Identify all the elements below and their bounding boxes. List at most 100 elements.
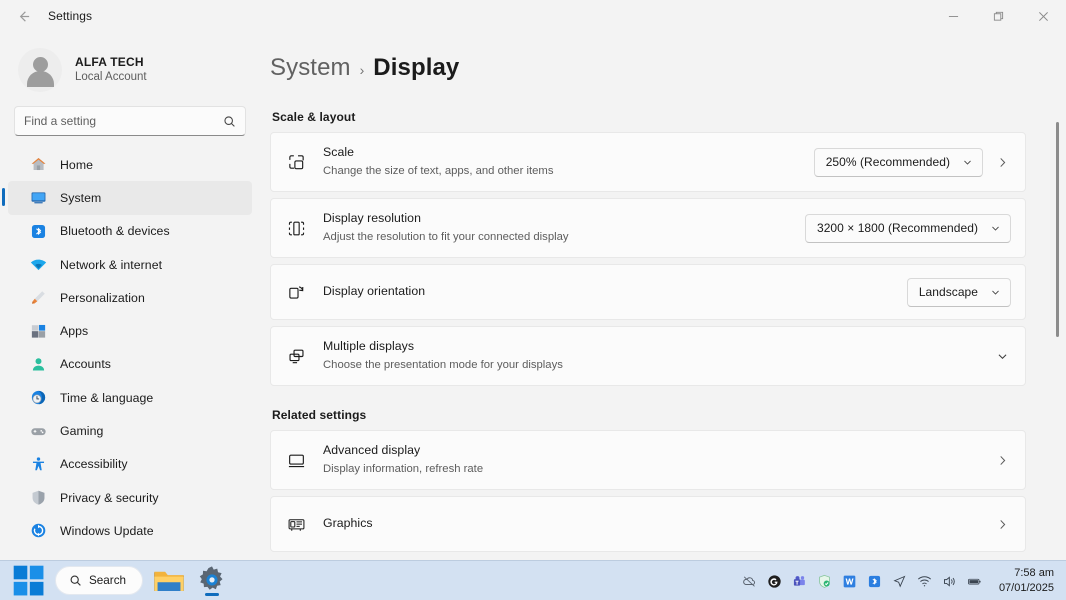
wifi-icon[interactable] <box>912 564 937 598</box>
taskbar: Search 7:58 am 07/01/2025 <box>0 560 1066 600</box>
display-orientation-dropdown[interactable]: Landscape <box>906 277 1011 307</box>
setting-row-graphics[interactable]: Graphics <box>270 496 1026 552</box>
search-input[interactable] <box>24 114 223 128</box>
sidebar: ALFA TECH Local Account Home System Blueto… <box>0 32 262 560</box>
settings-taskbar-button[interactable] <box>195 565 229 597</box>
content-scrollbar[interactable] <box>1056 122 1059 492</box>
bluetooth-icon[interactable] <box>862 564 887 598</box>
setting-title: Graphics <box>323 516 373 531</box>
breadcrumb-separator: › <box>359 62 365 78</box>
sidebar-item-label: Windows Update <box>60 523 154 538</box>
setting-control <box>993 518 1011 531</box>
taskbar-search-label: Search <box>89 574 127 587</box>
sidebar-item-label: Accounts <box>60 357 111 372</box>
graphics-card-icon <box>285 515 307 534</box>
taskbar-search[interactable]: Search <box>55 566 144 595</box>
start-button[interactable] <box>12 565 46 597</box>
sidebar-item-label: Bluetooth & devices <box>60 224 170 239</box>
account-block[interactable]: ALFA TECH Local Account <box>0 36 262 96</box>
settings-search-box[interactable] <box>14 106 246 136</box>
clock-time: 7:58 am <box>1014 567 1054 580</box>
file-explorer-button[interactable] <box>152 565 186 597</box>
chevron-down-icon[interactable] <box>993 350 1011 363</box>
setting-row-advanced-display[interactable]: Advanced display Display information, ref… <box>270 430 1026 490</box>
sidebar-item-accounts[interactable]: Accounts <box>8 348 252 381</box>
teams-icon[interactable] <box>787 564 812 598</box>
section-scale-layout: Scale & layout Scale Change the size of te… <box>270 110 1026 386</box>
minimize-button[interactable] <box>931 0 976 32</box>
sidebar-item-label: Home <box>60 157 94 172</box>
clock-date: 07/01/2025 <box>998 582 1054 594</box>
sidebar-item-bluetooth-devices[interactable]: Bluetooth & devices <box>8 215 252 248</box>
security-shield-icon[interactable] <box>812 564 837 598</box>
chevron-right-icon[interactable] <box>993 454 1011 467</box>
grammarly-icon[interactable] <box>762 564 787 598</box>
avatar <box>18 48 62 92</box>
chevron-right-icon[interactable] <box>993 518 1011 531</box>
battery-icon[interactable] <box>962 564 987 598</box>
sidebar-item-label: Privacy & security <box>60 490 159 505</box>
close-button[interactable] <box>1021 0 1066 32</box>
section-title: Related settings <box>272 408 367 422</box>
setting-subtitle: Adjust the resolution to fit your connec… <box>323 231 569 244</box>
section-related-settings: Related settings Advanced display Display … <box>270 408 1026 552</box>
sidebar-item-windows-update[interactable]: Windows Update <box>8 514 252 547</box>
sidebar-item-gaming[interactable]: Gaming <box>8 414 252 447</box>
taskbar-clock[interactable]: 7:58 am 07/01/2025 <box>987 566 1058 595</box>
setting-control: 250% (Recommended) <box>813 147 1011 177</box>
title-bar: Settings <box>0 0 1066 32</box>
display-resolution-dropdown[interactable]: 3200 × 1800 (Recommended) <box>804 213 1011 243</box>
scrollbar-thumb[interactable] <box>1056 122 1059 337</box>
monitor-icon <box>285 451 307 470</box>
update-icon <box>30 522 47 539</box>
sidebar-item-system[interactable]: System <box>2 181 252 215</box>
scale-dropdown[interactable]: 250% (Recommended) <box>813 147 983 177</box>
content-area: System › Display Scale & layout Scale Chan… <box>262 32 1066 560</box>
restore-icon <box>993 11 1004 21</box>
back-arrow-icon <box>19 10 29 22</box>
sidebar-item-label: Time & language <box>60 390 154 405</box>
sidebar-item-label: Network & internet <box>60 257 163 272</box>
setting-row-scale[interactable]: Scale Change the size of text, apps, and … <box>270 132 1026 192</box>
chevron-down-icon <box>990 287 1001 298</box>
account-type: Local Account <box>75 71 147 84</box>
setting-control <box>993 454 1011 467</box>
breadcrumb-parent[interactable]: System <box>270 54 351 82</box>
setting-row-display-resolution[interactable]: Display resolution Adjust the resolution … <box>270 198 1026 258</box>
location-icon[interactable] <box>887 564 912 598</box>
onedrive-paused-icon[interactable] <box>737 564 762 598</box>
setting-title: Advanced display <box>323 443 421 458</box>
search-icon <box>70 575 81 586</box>
sidebar-item-time-language[interactable]: Time & language <box>8 381 252 414</box>
close-icon <box>1039 11 1048 21</box>
resolution-icon <box>285 219 307 238</box>
orientation-icon <box>285 283 307 302</box>
sidebar-item-accessibility[interactable]: Accessibility <box>8 448 252 481</box>
wondershare-icon[interactable] <box>837 564 862 598</box>
sidebar-item-privacy-security[interactable]: Privacy & security <box>8 481 252 514</box>
sidebar-item-apps[interactable]: Apps <box>8 314 252 347</box>
setting-title: Display orientation <box>323 284 426 299</box>
settings-gear-icon <box>199 565 223 590</box>
volume-icon[interactable] <box>937 564 962 598</box>
sidebar-nav: Home System Bluetooth & devices Network & i… <box>0 148 262 560</box>
settings-sections: Scale & layout Scale Change the size of te… <box>270 110 1026 552</box>
sidebar-item-personalization[interactable]: Personalization <box>8 281 252 314</box>
person-icon <box>30 356 47 373</box>
sidebar-item-network-internet[interactable]: Network & internet <box>8 248 252 281</box>
accessibility-icon <box>30 456 47 473</box>
setting-subtitle: Change the size of text, apps, and other… <box>323 165 554 178</box>
sidebar-item-label: Accessibility <box>60 457 128 472</box>
setting-subtitle: Choose the presentation mode for your di… <box>323 359 563 372</box>
sidebar-item-home[interactable]: Home <box>8 148 252 181</box>
scale-icon <box>285 153 307 172</box>
setting-row-multiple-displays[interactable]: Multiple displays Choose the presentation… <box>270 326 1026 386</box>
maximize-button[interactable] <box>976 0 1021 32</box>
search-icon <box>223 115 236 128</box>
setting-row-display-orientation[interactable]: Display orientation Landscape <box>270 264 1026 320</box>
chevron-right-icon[interactable] <box>993 156 1011 169</box>
back-button[interactable] <box>6 1 40 31</box>
setting-control <box>993 350 1011 363</box>
wifi-icon <box>30 256 47 273</box>
gamepad-icon <box>30 423 47 440</box>
